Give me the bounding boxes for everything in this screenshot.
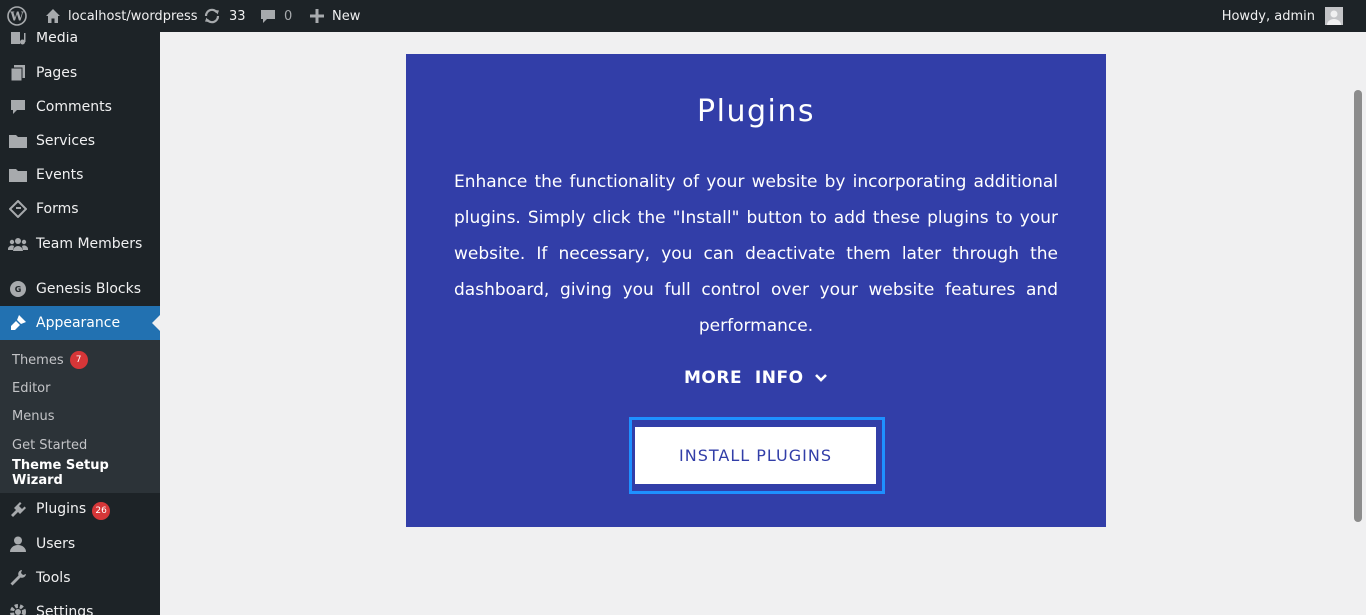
settings-icon (8, 602, 28, 615)
submenu-item-get-started[interactable]: Get Started (12, 435, 87, 455)
sidebar-item-label: Events (36, 167, 84, 183)
sidebar-item-tools[interactable]: Tools (0, 561, 160, 595)
home-icon (44, 8, 62, 24)
folder-icon (8, 131, 28, 151)
active-indicator (152, 315, 160, 331)
appearance-submenu: Themes 7 Editor Menus Get Started Theme … (0, 340, 160, 493)
comments-link[interactable]: 0 (259, 0, 292, 32)
sidebar-item-label: Users (36, 536, 76, 552)
submenu-item-label: Themes (12, 352, 64, 368)
submenu-item-label: Menus (12, 408, 55, 424)
scrollbar-thumb[interactable] (1354, 90, 1362, 522)
more-info-label: MORE INFO (684, 368, 804, 388)
sidebar-item-events[interactable]: Events (0, 158, 160, 192)
svg-text:G: G (15, 285, 22, 294)
sidebar-item-appearance[interactable]: Appearance (0, 306, 160, 340)
genesis-icon: G (8, 279, 28, 299)
sidebar-item-label: Settings (36, 604, 94, 615)
sidebar-item-label: Forms (36, 201, 79, 217)
panel-description: Enhance the functionality of your websit… (454, 172, 1058, 336)
admin-bar: W localhost/wordpress 33 0 New Howdy, ad… (0, 0, 1366, 32)
sidebar-item-services[interactable]: Services (0, 124, 160, 158)
submenu-item-editor[interactable]: Editor (12, 378, 50, 398)
groups-icon (8, 234, 28, 254)
comments-count: 0 (284, 8, 293, 24)
submenu-item-themes[interactable]: Themes 7 (12, 350, 88, 370)
sidebar-item-genesis-blocks[interactable]: G Genesis Blocks (0, 272, 160, 306)
new-content-link[interactable]: New (309, 0, 360, 32)
plugins-update-badge: 26 (92, 501, 111, 520)
users-icon (8, 534, 28, 554)
plugins-icon (8, 500, 28, 520)
updates-icon (202, 7, 222, 25)
wordpress-logo-icon[interactable]: W (7, 0, 27, 32)
site-name-label: localhost/wordpress (68, 8, 198, 24)
sidebar-item-forms[interactable]: Forms (0, 192, 160, 226)
new-label: New (332, 8, 361, 24)
submenu-item-menus[interactable]: Menus (12, 406, 54, 426)
sidebar-item-label-wrap: Plugins 26 (36, 500, 111, 520)
media-icon (8, 32, 28, 48)
chevron-down-icon (814, 368, 828, 388)
sidebar-item-label: Tools (36, 570, 71, 586)
submenu-item-label: Editor (12, 380, 51, 396)
sidebar-item-label: Team Members (36, 236, 143, 252)
pages-icon (8, 63, 28, 83)
forms-icon (8, 199, 28, 219)
submenu-item-label: Get Started (12, 437, 88, 453)
install-button-focus-ring: INSTALL PLUGINS (629, 417, 885, 494)
sidebar-item-pages[interactable]: Pages (0, 56, 160, 90)
themes-update-badge: 7 (69, 351, 88, 369)
sidebar-item-label: Comments (36, 99, 112, 115)
submenu-item-theme-setup-wizard[interactable]: Theme Setup Wizard (12, 458, 160, 488)
panel-title: Plugins (697, 94, 815, 129)
sidebar-item-team-members[interactable]: Team Members (0, 227, 160, 261)
sidebar-item-label: Plugins (36, 500, 87, 517)
sidebar-item-plugins[interactable]: Plugins 26 (0, 493, 160, 527)
submenu-item-label: Theme Setup Wizard (12, 458, 109, 488)
sidebar-item-label: Pages (36, 65, 78, 81)
sidebar-item-media[interactable]: Media (0, 32, 160, 55)
site-name-link[interactable]: localhost/wordpress (44, 0, 198, 32)
folder-icon (8, 165, 28, 185)
tools-icon (8, 568, 28, 588)
sidebar-item-label: Appearance (36, 315, 121, 331)
sidebar-item-comments[interactable]: Comments (0, 90, 160, 124)
updates-count: 33 (229, 8, 246, 24)
comments-icon (8, 97, 28, 117)
svg-text:W: W (9, 10, 24, 24)
more-info-toggle[interactable]: MORE INFO (406, 368, 1106, 388)
comment-bubble-icon (259, 8, 277, 24)
sidebar-item-label: Media (36, 32, 79, 46)
my-account-link[interactable]: Howdy, admin (1222, 0, 1343, 32)
plugins-setup-panel: Plugins Enhance the functionality of you… (406, 54, 1106, 527)
page-scrollbar[interactable] (1351, 32, 1366, 615)
sidebar-item-users[interactable]: Users (0, 527, 160, 561)
brush-icon (8, 313, 28, 333)
install-plugins-button[interactable]: INSTALL PLUGINS (635, 427, 876, 484)
howdy-label: Howdy, admin (1221, 8, 1315, 24)
plus-icon (309, 9, 325, 23)
sidebar-item-label: Genesis Blocks (36, 281, 142, 297)
sidebar-item-label: Services (36, 133, 96, 149)
avatar (1325, 7, 1343, 25)
admin-sidebar: Media Pages Comments Services Events For… (0, 32, 160, 615)
sidebar-item-settings[interactable]: Settings (0, 595, 160, 615)
updates-link[interactable]: 33 (202, 0, 246, 32)
